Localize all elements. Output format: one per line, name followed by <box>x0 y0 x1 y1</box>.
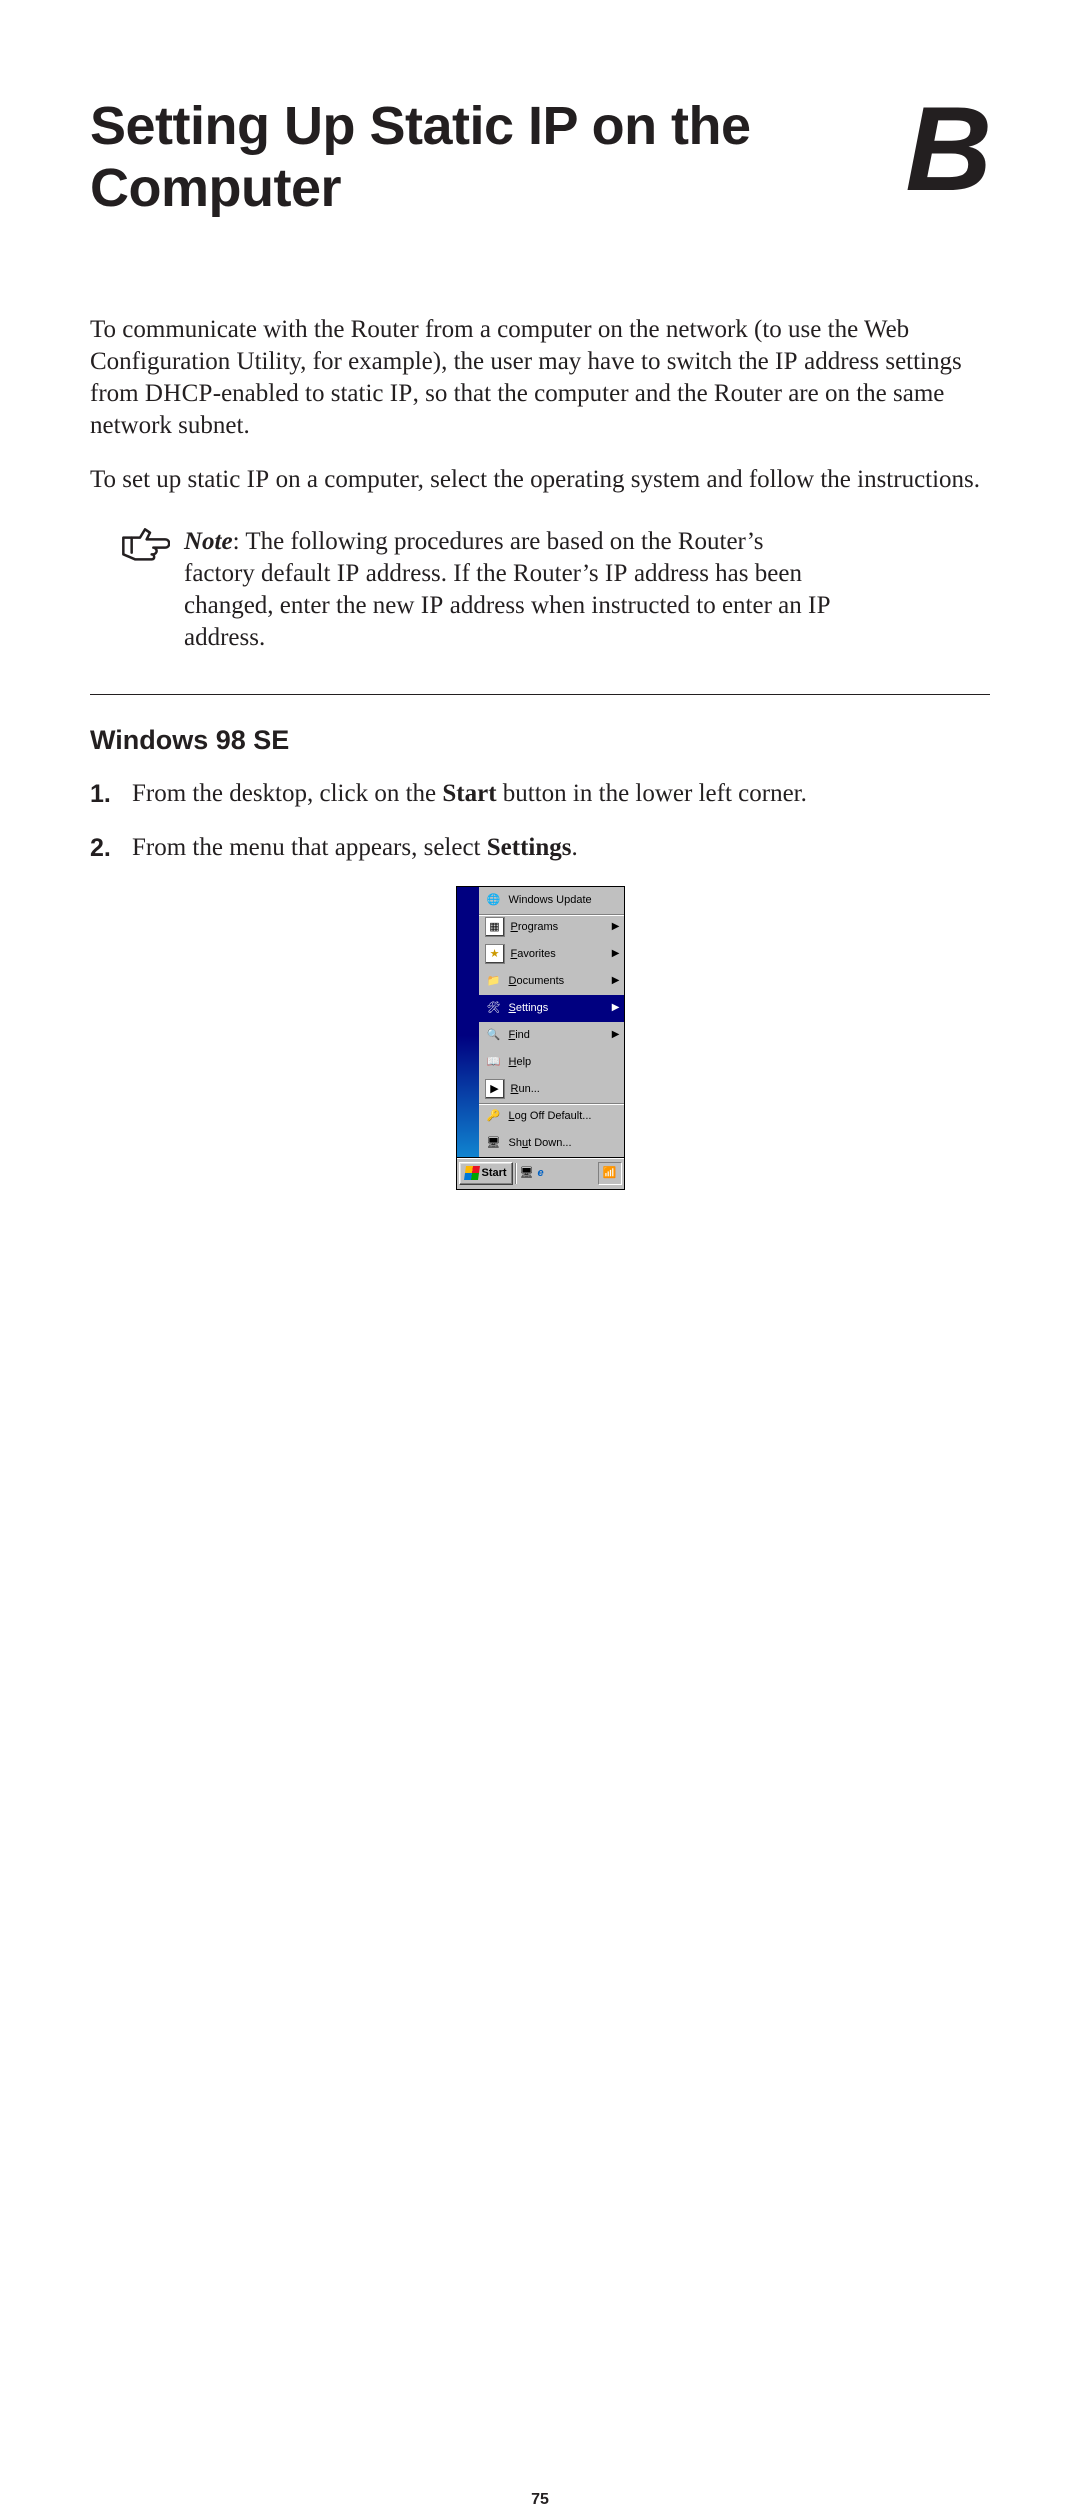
step-2: 2. From the menu that appears, select Se… <box>90 832 990 864</box>
desktop-icon[interactable]: 🖥 <box>520 1166 534 1180</box>
tray-icon: 📶 <box>603 1166 617 1180</box>
menu-item-run[interactable]: ▶ Run... <box>479 1076 624 1103</box>
run-icon: ▶ <box>485 1079 505 1099</box>
win98-start-menu: Windows98 🌐 Windows Update ▦ Programs ▶ … <box>456 886 625 1190</box>
settings-icon: 🛠 <box>485 999 503 1017</box>
quick-launch[interactable]: 🖥 e <box>515 1163 548 1184</box>
menu-item-favorites[interactable]: ★ Favorites ▶ <box>479 941 624 968</box>
win98-taskbar: Start 🖥 e 📶 <box>456 1158 625 1190</box>
programs-icon: ▦ <box>485 917 505 937</box>
win98-stripe: Windows98 <box>457 887 479 1157</box>
section-heading: Windows 98 SE <box>90 723 990 758</box>
menu-item-help[interactable]: 📖 Help <box>479 1049 624 1076</box>
ie-icon[interactable]: e <box>538 1166 544 1180</box>
submenu-arrow-icon: ▶ <box>612 1029 620 1042</box>
section-divider <box>90 694 990 695</box>
intro-paragraph-1: To communicate with the Router from a co… <box>90 314 990 442</box>
favorites-icon: ★ <box>485 944 505 964</box>
menu-item-find[interactable]: 🔍 Find ▶ <box>479 1022 624 1049</box>
page-number: 75 <box>90 2490 990 2510</box>
windows-flag-icon <box>464 1166 480 1180</box>
menu-item-shut-down[interactable]: 🖥 Shut Down... <box>479 1130 624 1157</box>
pointing-hand-icon <box>120 526 170 575</box>
intro-paragraph-2: To set up static IP on a computer, selec… <box>90 464 990 496</box>
menu-item-programs[interactable]: ▦ Programs ▶ <box>479 914 624 941</box>
submenu-arrow-icon: ▶ <box>612 948 620 961</box>
submenu-arrow-icon: ▶ <box>612 975 620 988</box>
logoff-icon: 🔑 <box>485 1107 503 1125</box>
help-icon: 📖 <box>485 1053 503 1071</box>
menu-item-documents[interactable]: 📁 Documents ▶ <box>479 968 624 995</box>
note-block: Note: The following procedures are based… <box>120 526 990 654</box>
submenu-arrow-icon: ▶ <box>612 1002 620 1015</box>
globe-icon: 🌐 <box>485 891 503 909</box>
documents-icon: 📁 <box>485 972 503 990</box>
shutdown-icon: 🖥 <box>485 1134 503 1152</box>
menu-item-log-off[interactable]: 🔑 Log Off Default... <box>479 1103 624 1130</box>
appendix-letter: B <box>905 95 990 203</box>
page-title: Setting Up Static IP on the Computer <box>90 95 875 219</box>
menu-item-settings[interactable]: 🛠 Settings ▶ <box>479 995 624 1022</box>
find-icon: 🔍 <box>485 1026 503 1044</box>
step-1: 1. From the desktop, click on the Start … <box>90 778 990 810</box>
submenu-arrow-icon: ▶ <box>612 921 620 934</box>
system-tray[interactable]: 📶 <box>598 1162 622 1185</box>
start-button[interactable]: Start <box>459 1162 513 1185</box>
menu-item-windows-update[interactable]: 🌐 Windows Update <box>479 887 624 914</box>
